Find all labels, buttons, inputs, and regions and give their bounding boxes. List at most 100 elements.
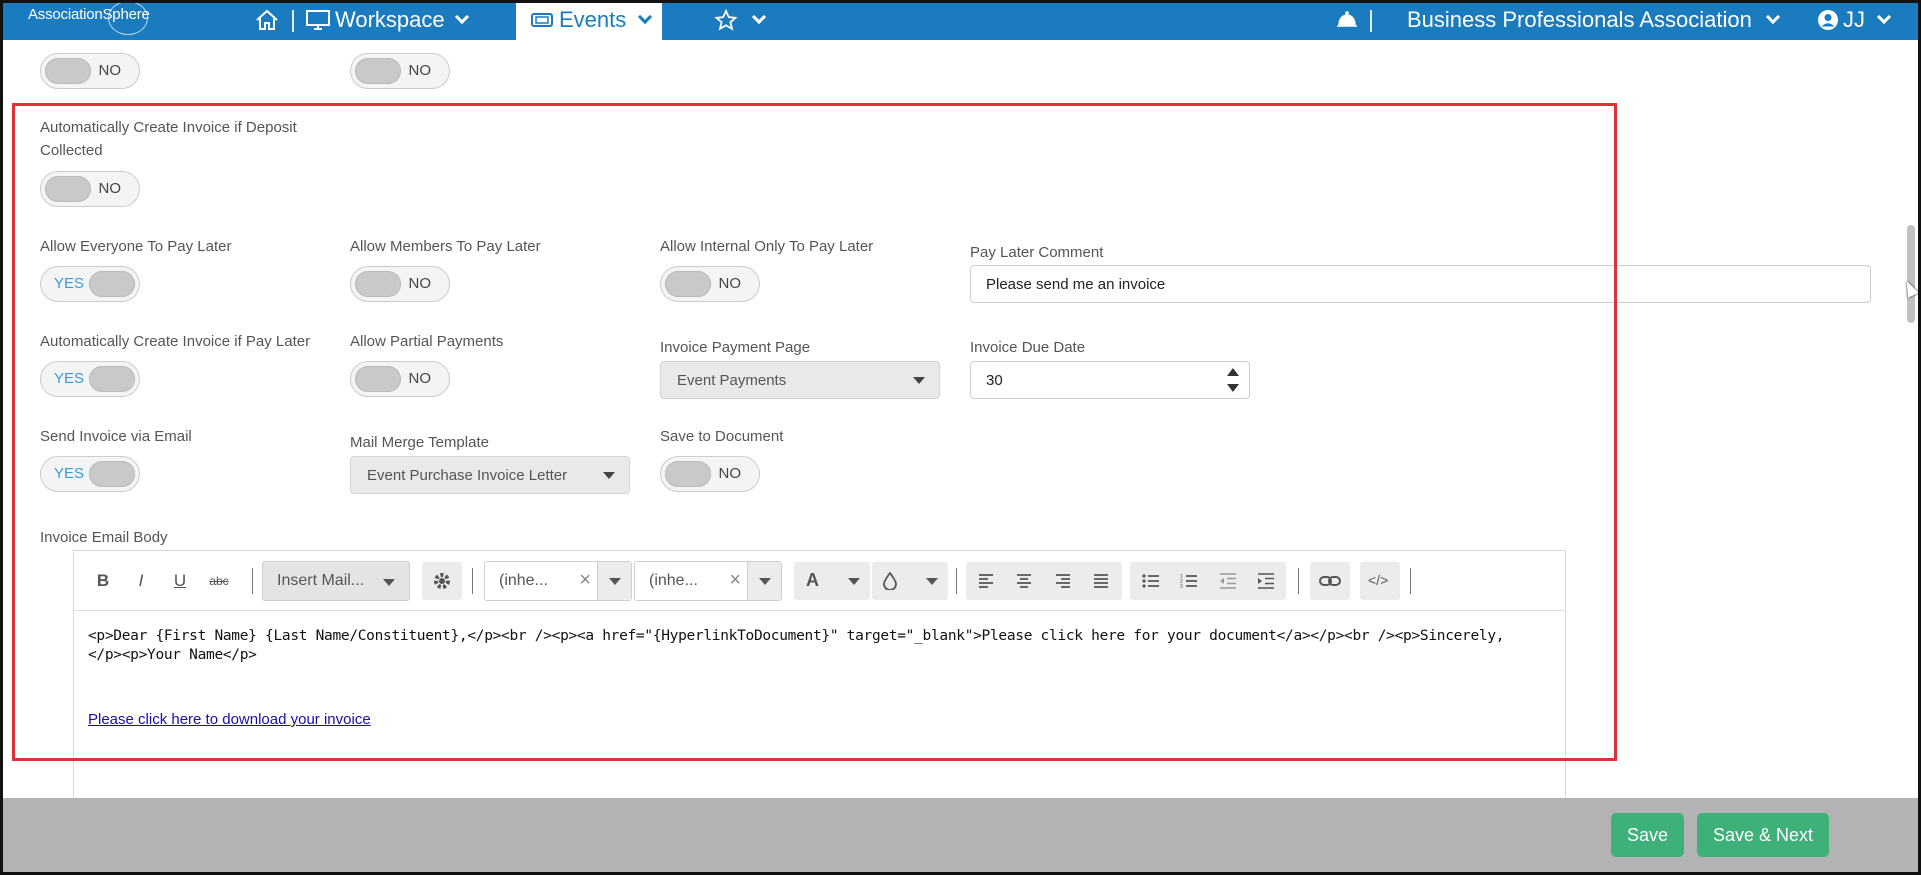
toggle-text: NO [718, 465, 742, 482]
save-and-next-button[interactable]: Save & Next [1697, 813, 1829, 857]
caret-down-icon [913, 377, 925, 384]
editor-content[interactable]: <p>Dear {First Name} {Last Name/Constitu… [88, 627, 1553, 665]
ticket-icon [531, 13, 553, 27]
clear-icon[interactable]: × [729, 569, 741, 592]
strikethrough-icon: abc [209, 574, 229, 588]
toolbar-divider [956, 568, 957, 594]
increment-arrow-icon[interactable] [1227, 368, 1239, 376]
underline-button[interactable]: U [163, 562, 197, 600]
toggle-text: NO [408, 370, 432, 387]
toggle-knob [355, 58, 401, 84]
user-menu[interactable]: JJ [1817, 0, 1892, 40]
events-label: Events [559, 7, 627, 32]
font-size-combo[interactable]: (inhe... × [634, 561, 782, 601]
caret-down-icon [758, 578, 771, 585]
top-navigation-bar: AssociationSphere Workspace Events Busin… [0, 0, 1921, 40]
font-family-dropdown-button[interactable] [597, 562, 631, 600]
auto-create-pay-later-toggle[interactable]: YES [40, 361, 140, 397]
notifications-button[interactable] [1336, 0, 1358, 40]
insert-link-button[interactable] [1310, 562, 1350, 600]
font-family-combo[interactable]: (inhe... × [484, 561, 632, 601]
caret-down-icon [608, 578, 621, 585]
background-color-picker[interactable] [872, 562, 948, 600]
toggle-text: NO [408, 275, 432, 292]
italic-button[interactable]: I [124, 562, 158, 600]
toggle-text: YES [54, 465, 85, 482]
toggle-text: NO [718, 275, 742, 292]
pay-later-comment-input[interactable]: Please send me an invoice [970, 265, 1871, 303]
allow-members-pay-later-toggle[interactable]: NO [350, 266, 450, 302]
save-to-document-toggle[interactable]: NO [660, 456, 760, 492]
toggle-knob [355, 366, 401, 392]
editor-toolbar: B I U abc Insert Mail... (inhe... × (inh… [74, 551, 1565, 611]
favorites-menu[interactable] [714, 0, 767, 40]
events-menu-tab[interactable]: Events [516, 0, 662, 40]
allow-internal-pay-later-label: Allow Internal Only To Pay Later [660, 238, 874, 255]
send-invoice-email-toggle[interactable]: YES [40, 456, 140, 492]
droplet-icon [883, 572, 897, 590]
toggle-knob [45, 176, 91, 202]
decrement-arrow-icon[interactable] [1227, 384, 1239, 392]
bell-icon [1337, 11, 1357, 27]
toggle-knob [45, 58, 91, 84]
mail-merge-template-value: Event Purchase Invoice Letter [367, 466, 568, 484]
vertical-scrollbar-thumb[interactable] [1907, 225, 1915, 323]
download-invoice-link[interactable]: Please click here to download your invoi… [88, 711, 371, 728]
invoice-payment-page-select[interactable]: Event Payments [660, 361, 940, 399]
auto-create-deposit-toggle[interactable]: NO [40, 171, 140, 207]
numbered-list-icon[interactable]: 123 [1180, 573, 1198, 589]
chevron-down-icon [751, 9, 767, 25]
app-logo[interactable]: AssociationSphere [28, 1, 150, 35]
invoice-email-body-editor[interactable]: B I U abc Insert Mail... (inhe... × (inh… [73, 550, 1566, 810]
number-spinner[interactable] [1215, 362, 1249, 398]
invoice-due-date-input[interactable]: 30 [970, 361, 1250, 399]
bold-button[interactable]: B [86, 562, 120, 600]
invoice-email-body-label: Invoice Email Body [40, 529, 168, 546]
allow-members-pay-later-label: Allow Members To Pay Later [350, 238, 541, 255]
align-justify-icon[interactable] [1093, 573, 1109, 589]
align-right-icon[interactable] [1055, 573, 1071, 589]
outdent-icon[interactable] [1219, 573, 1237, 589]
settings-form: NO NO Automatically Create Invoice if De… [0, 40, 1921, 810]
font-size-dropdown-button[interactable] [747, 562, 781, 600]
align-center-icon[interactable] [1016, 573, 1032, 589]
save-to-document-label: Save to Document [660, 428, 784, 445]
bold-icon: B [96, 571, 110, 590]
editor-body-line: </p><p>Your Name</p> [88, 647, 257, 663]
bulleted-list-icon[interactable] [1142, 573, 1160, 589]
top-toggle-2[interactable]: NO [350, 53, 450, 89]
organization-switcher[interactable]: Business Professionals Association [1407, 0, 1780, 40]
action-footer: Save Save & Next [0, 798, 1921, 875]
allow-partial-payments-toggle[interactable]: NO [350, 361, 450, 397]
top-toggle-1[interactable]: NO [40, 53, 140, 89]
view-html-button[interactable]: </> [1360, 562, 1400, 600]
strikethrough-button[interactable]: abc [202, 562, 236, 600]
clear-icon[interactable]: × [579, 569, 591, 592]
chevron-down-icon [638, 9, 653, 25]
allow-everyone-pay-later-label: Allow Everyone To Pay Later [40, 238, 232, 255]
toggle-knob [355, 271, 401, 297]
workspace-label: Workspace [335, 7, 445, 32]
settings-button[interactable] [422, 562, 462, 600]
star-icon [714, 9, 738, 31]
toolbar-divider [252, 568, 253, 594]
invoice-due-date-value: 30 [986, 371, 1003, 389]
home-icon [256, 9, 278, 30]
pay-later-comment-label: Pay Later Comment [970, 244, 1104, 261]
align-left-icon[interactable] [978, 573, 994, 589]
user-avatar-icon [1818, 10, 1838, 30]
italic-icon: I [138, 571, 144, 590]
font-color-picker[interactable]: A [794, 562, 870, 600]
allow-internal-pay-later-toggle[interactable]: NO [660, 266, 760, 302]
allow-everyone-pay-later-toggle[interactable]: YES [40, 266, 140, 302]
font-family-value: (inhe... [499, 572, 548, 589]
home-button[interactable] [255, 0, 279, 40]
list-indent-group: 123 [1130, 562, 1286, 600]
mail-merge-template-select[interactable]: Event Purchase Invoice Letter [350, 456, 630, 494]
insert-mail-merge-dropdown[interactable]: Insert Mail... [262, 561, 410, 601]
workspace-menu[interactable]: Workspace [305, 0, 469, 40]
save-button[interactable]: Save [1611, 813, 1684, 857]
toggle-knob [665, 271, 711, 297]
organization-name: Business Professionals Association [1407, 7, 1752, 32]
indent-icon[interactable] [1257, 573, 1275, 589]
